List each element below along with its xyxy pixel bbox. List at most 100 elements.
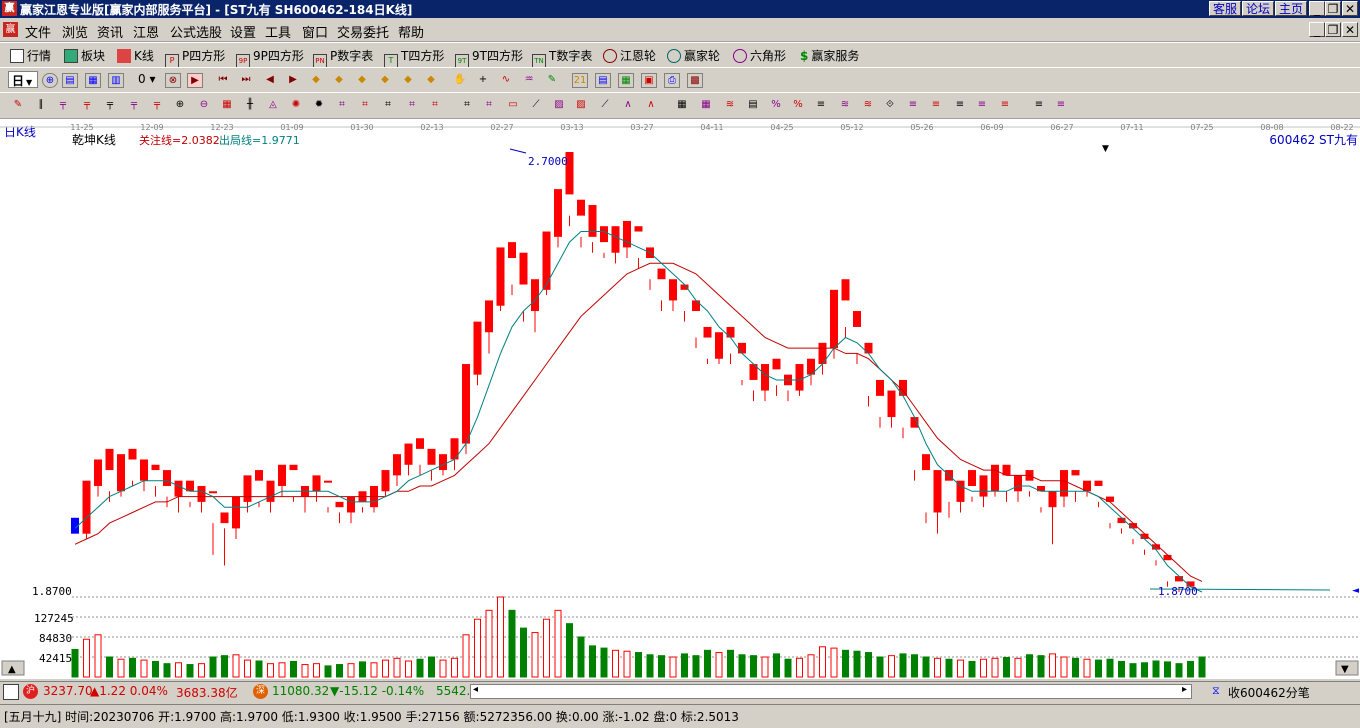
draw-tool-44-icon[interactable]: ≡	[1053, 98, 1069, 113]
draw-tool-17-icon[interactable]: ⌗	[404, 98, 420, 113]
draw-tool-22-icon[interactable]: ⟋	[528, 98, 544, 113]
draw-tool-42-icon[interactable]: ≡	[997, 98, 1013, 113]
draw-tool-27-icon[interactable]: ∧	[643, 98, 659, 113]
last-icon[interactable]: ⏭	[238, 73, 254, 88]
draw-tool-14-icon[interactable]: ⌗	[334, 98, 350, 113]
flag-color-icon[interactable]: ▶	[187, 73, 203, 88]
tool-icon[interactable]: ⊗	[165, 73, 181, 88]
hexagon-button[interactable]: 六角形	[733, 47, 786, 64]
draw-tool-37-icon[interactable]: ⟐	[882, 98, 898, 113]
zoom-out-icon[interactable]: ◆	[331, 73, 347, 88]
draw-tool-1-icon[interactable]: ∥	[33, 98, 49, 113]
draw-tool-39-icon[interactable]: ≡	[928, 98, 944, 113]
winner-wheel-button[interactable]: 赢家轮	[667, 47, 720, 64]
9t-square-button[interactable]: 9T 9T四方形	[455, 47, 523, 68]
draw-tool-12-icon[interactable]: ✺	[288, 98, 304, 113]
gann-wheel-button[interactable]: 江恩轮	[603, 47, 656, 64]
draw-tool-30-icon[interactable]: ≋	[722, 98, 738, 113]
draw-tool-15-icon[interactable]: ⌗	[357, 98, 373, 113]
list-icon[interactable]: ▤	[595, 73, 611, 88]
draw-tool-23-icon[interactable]: ▨	[551, 98, 567, 113]
menu-trade[interactable]: 交易委托	[337, 22, 389, 41]
p-number-table-button[interactable]: PN P数字表	[313, 47, 373, 68]
draw-tool-21-icon[interactable]: ▭	[505, 98, 521, 113]
p-square-button[interactable]: P P四方形	[165, 47, 225, 68]
draw-tool-29-icon[interactable]: ▦	[698, 98, 714, 113]
flag-icon[interactable]: ⊕	[42, 73, 58, 88]
draw-tool-18-icon[interactable]: ⌗	[427, 98, 443, 113]
draw-tool-36-icon[interactable]: ≋	[860, 98, 876, 113]
menu-stock-select[interactable]: 公式选股	[170, 22, 222, 41]
draw-tool-11-icon[interactable]: ◬	[265, 98, 281, 113]
menu-gann[interactable]: 江恩	[133, 22, 159, 41]
draw-tool-32-icon[interactable]: %	[768, 98, 784, 113]
reset-icon[interactable]: ◆	[423, 73, 439, 88]
menu-browse[interactable]: 浏览	[62, 22, 88, 41]
fit-icon[interactable]: ◆	[400, 73, 416, 88]
ticker-scroll[interactable]: ◂ ▸	[470, 684, 1192, 699]
menu-window[interactable]: 窗口	[302, 22, 328, 41]
draw-tool-19-icon[interactable]: ⌗	[459, 98, 475, 113]
zoom-in-icon[interactable]: ◆	[308, 73, 324, 88]
chart-area[interactable]: 日K线 乾坤K线 关注线=2.0382 出局线=1.9771 600462 ST…	[0, 119, 1360, 679]
menu-tools[interactable]: 工具	[265, 22, 291, 41]
draw-tool-20-icon[interactable]: ⌗	[481, 98, 497, 113]
draw-tool-6-icon[interactable]: ╤	[149, 98, 165, 113]
restore-icon[interactable]: ❐	[1325, 1, 1341, 16]
shrink-icon[interactable]: ◆	[377, 73, 393, 88]
menu-settings[interactable]: 设置	[230, 22, 256, 41]
draw-tool-16-icon[interactable]: ⌗	[380, 98, 396, 113]
kline-button[interactable]: K线	[117, 47, 154, 64]
draw-tool-0-icon[interactable]: ✎	[10, 98, 26, 113]
export-icon[interactable]: ▩	[687, 73, 703, 88]
draw-tool-26-icon[interactable]: ∧	[620, 98, 636, 113]
ticker-left-icon[interactable]: ◂	[473, 684, 478, 695]
draw-tool-4-icon[interactable]: ╤	[102, 98, 118, 113]
draw-tool-40-icon[interactable]: ≡	[952, 98, 968, 113]
draw-tool-33-icon[interactable]: %	[790, 98, 806, 113]
hand-icon[interactable]: ✋	[452, 73, 468, 88]
draw-tool-9-icon[interactable]: ▦	[219, 98, 235, 113]
t-square-button[interactable]: T T四方形	[384, 47, 444, 68]
draw-tool-3-icon[interactable]: ╤	[79, 98, 95, 113]
draw-tool-icon[interactable]: ♒	[521, 73, 537, 88]
draw-tool-43-icon[interactable]: ≡	[1031, 98, 1047, 113]
service-button[interactable]: 客服	[1209, 1, 1241, 16]
draw-tool-10-icon[interactable]: ╫	[242, 98, 258, 113]
menu-help[interactable]: 帮助	[398, 22, 424, 41]
menu-file[interactable]: 文件	[25, 22, 51, 41]
draw-tool-35-icon[interactable]: ≋	[837, 98, 853, 113]
quantity-select[interactable]: 0 ▾	[138, 72, 155, 86]
page-icon[interactable]: ▥	[108, 73, 124, 88]
draw-tool-28-icon[interactable]: ▦	[674, 98, 690, 113]
t-number-table-button[interactable]: TN T数字表	[532, 47, 592, 68]
doc-list-icon[interactable]: ▤	[62, 73, 78, 88]
draw-tool-7-icon[interactable]: ⊕	[172, 98, 188, 113]
draw-tool-24-icon[interactable]: ▨	[573, 98, 589, 113]
mdi-restore-icon[interactable]: ❐	[1325, 22, 1341, 37]
winner-service-button[interactable]: $ 赢家服务	[800, 47, 859, 64]
quotes-button[interactable]: 行情	[10, 47, 51, 64]
draw-tool-41-icon[interactable]: ≡	[974, 98, 990, 113]
home-button[interactable]: 主页	[1275, 1, 1307, 16]
mdi-minimize-icon[interactable]: _	[1309, 22, 1325, 37]
line-tool-icon[interactable]: ∿	[498, 73, 514, 88]
draw-tool-5-icon[interactable]: ╤	[126, 98, 142, 113]
report-icon[interactable]: ▦	[618, 73, 634, 88]
expand-icon[interactable]: ◆	[354, 73, 370, 88]
first-icon[interactable]: ⏮	[215, 73, 231, 88]
print-icon[interactable]: ⎙	[664, 73, 680, 88]
period-select[interactable]: 日 ▼	[8, 71, 38, 88]
draw-tool-8-icon[interactable]: ⊖	[196, 98, 212, 113]
ticker-right-icon[interactable]: ▸	[1182, 684, 1187, 695]
draw-tool-13-icon[interactable]: ✹	[311, 98, 327, 113]
calendar-icon[interactable]: 21	[572, 73, 588, 88]
forum-button[interactable]: 论坛	[1242, 1, 1274, 16]
draw-tool-2-icon[interactable]: ╤	[55, 98, 71, 113]
9p-square-button[interactable]: 9P 9P四方形	[236, 47, 304, 68]
draw-tool-34-icon[interactable]: ≡	[813, 98, 829, 113]
prev-icon[interactable]: ◀	[262, 73, 278, 88]
pen-icon[interactable]: ✎	[544, 73, 560, 88]
minimize-icon[interactable]: _	[1309, 1, 1325, 16]
draw-tool-38-icon[interactable]: ≡	[905, 98, 921, 113]
